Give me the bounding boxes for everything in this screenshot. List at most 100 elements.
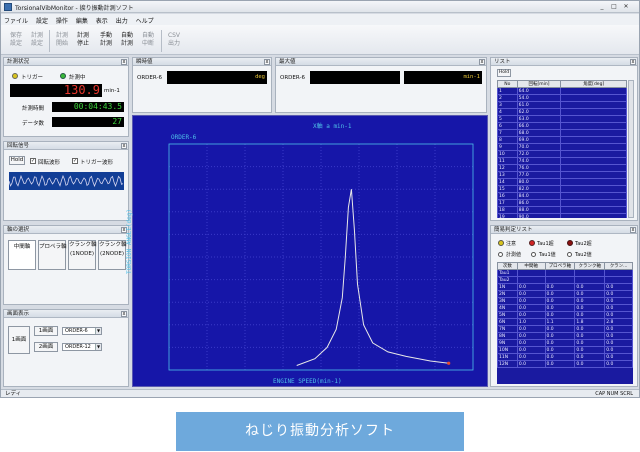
signal-hold-button[interactable]: Hold xyxy=(9,156,25,165)
chevron-down-icon: ▼ xyxy=(95,328,101,334)
list-hold-button[interactable]: Hold xyxy=(497,69,511,77)
trigger-wave-checkbox[interactable]: ✓ xyxy=(72,158,78,164)
judge-row[interactable]: Tau1 xyxy=(497,269,633,277)
screen-b-button[interactable]: 2画面 xyxy=(34,342,58,352)
panel-close-icon[interactable]: x xyxy=(121,59,127,65)
panel-close-icon[interactable]: x xyxy=(264,59,270,65)
toolbar-csv-button[interactable]: CSV 出力 xyxy=(165,32,183,50)
table-header-cell[interactable]: 中間軸 xyxy=(516,262,546,270)
table-cell: 77.0 xyxy=(516,171,562,179)
list-row[interactable]: 9 70.0 xyxy=(497,143,627,151)
panel-close-icon[interactable]: x xyxy=(630,227,636,233)
list-row[interactable]: 6 66.0 xyxy=(497,122,627,130)
table-cell xyxy=(560,150,627,158)
judge-row[interactable]: 5N 0.0 0.0 0.0 0.0 xyxy=(497,311,633,319)
list-row[interactable]: 18 88.0 xyxy=(497,206,627,214)
judge-row[interactable]: Tau2 xyxy=(497,276,633,284)
order-select-a[interactable]: ORDER-6 ▼ xyxy=(62,327,102,335)
toolbar-manual-button[interactable]: 手動 計測 xyxy=(97,32,115,50)
judge-row[interactable]: 4N 0.0 0.0 0.0 0.0 xyxy=(497,304,633,312)
table-cell: 76.0 xyxy=(516,164,562,172)
list-row[interactable]: 14 80.0 xyxy=(497,178,627,186)
toolbar-auto-button[interactable]: 自動 計測 xyxy=(118,32,136,50)
table-header-cell[interactable]: No xyxy=(497,80,518,88)
table-cell: 12N xyxy=(497,360,518,368)
table-cell xyxy=(516,276,546,284)
judge-row[interactable]: 2N 0.0 0.0 0.0 0.0 xyxy=(497,290,633,298)
instant-value-display: deg xyxy=(167,71,267,84)
judge-row[interactable]: 10N 0.0 0.0 0.0 0.0 xyxy=(497,346,633,354)
table-header-cell[interactable]: クランク軸 xyxy=(574,262,606,270)
single-screen-button[interactable]: 1画面 xyxy=(8,326,30,354)
judge-row[interactable]: 11N 0.0 0.0 0.0 0.0 xyxy=(497,353,633,361)
axis-propeller-button[interactable]: プロペラ軸 xyxy=(38,240,67,270)
judge-row[interactable]: 8N 0.0 0.0 0.0 0.0 xyxy=(497,332,633,340)
panel-close-icon[interactable]: x xyxy=(121,311,127,317)
toolbar-auto-stop-button[interactable]: 自動 中断 xyxy=(139,32,157,50)
radio-tau1[interactable] xyxy=(531,252,536,257)
list-row[interactable]: 12 76.0 xyxy=(497,164,627,172)
wave-checkbox[interactable]: ✓ xyxy=(30,158,36,164)
screen-a-button[interactable]: 1画面 xyxy=(34,326,58,336)
table-header-cell[interactable]: プロペラ軸 xyxy=(544,262,576,270)
panel-close-icon[interactable]: x xyxy=(630,59,636,65)
radio-tau2[interactable] xyxy=(567,252,572,257)
list-row[interactable]: 4 62.0 xyxy=(497,108,627,116)
list-row[interactable]: 15 82.0 xyxy=(497,185,627,193)
list-row[interactable]: 11 74.0 xyxy=(497,157,627,165)
judge-row[interactable]: 12N 0.0 0.0 0.0 0.0 xyxy=(497,360,633,368)
toolbar-start-button[interactable]: 計測 開始 xyxy=(53,32,71,50)
list-row[interactable]: 7 68.0 xyxy=(497,129,627,137)
toolbar-save-settings-button[interactable]: 保存 設定 xyxy=(7,32,25,50)
panel-close-icon[interactable]: x xyxy=(121,143,127,149)
minimize-button[interactable]: _ xyxy=(597,3,607,11)
axis-crank-1node-button[interactable]: クランク軸 (1NODE) xyxy=(68,240,97,270)
list-row[interactable]: 16 84.0 xyxy=(497,192,627,200)
table-cell: 2.8 xyxy=(604,318,633,326)
radio-measured[interactable] xyxy=(498,252,503,257)
close-button[interactable]: ✕ xyxy=(621,3,631,11)
axis-crank-2node-button[interactable]: クランク軸 (2NODE) xyxy=(98,240,127,270)
table-header-cell[interactable]: 回転[min] xyxy=(516,80,562,88)
table-cell: 0.0 xyxy=(574,339,606,347)
signal-waveform xyxy=(9,172,124,190)
measuring-indicator-icon xyxy=(60,73,66,79)
list-row[interactable]: 19 90.0 xyxy=(497,213,627,218)
order-select-b[interactable]: ORDER-12 ▼ xyxy=(62,343,102,351)
list-row[interactable]: 5 63.0 xyxy=(497,115,627,123)
list-row[interactable]: 3 61.0 xyxy=(497,101,627,109)
table-cell: 0.0 xyxy=(604,311,633,319)
table-cell: 0.0 xyxy=(574,304,606,312)
table-cell: 14 xyxy=(497,178,518,186)
table-cell: 0.0 xyxy=(516,304,546,312)
table-header-cell[interactable]: 角度[deg] xyxy=(560,80,627,88)
toolbar-measure-settings-button[interactable]: 計測 設定 xyxy=(28,32,46,50)
toolbar-stop-button[interactable]: 計測 停止 xyxy=(74,32,92,50)
table-cell: 8N xyxy=(497,332,518,340)
judge-row[interactable]: 9N 0.0 0.0 0.0 0.0 xyxy=(497,339,633,347)
table-header-cell[interactable]: クラン... xyxy=(604,262,633,270)
list-row[interactable]: 1 64.0 xyxy=(497,87,627,95)
maximize-button[interactable]: □ xyxy=(609,3,619,11)
table-cell: 0.0 xyxy=(604,325,633,333)
table-cell: 0.0 xyxy=(516,283,546,291)
table-cell: 0.0 xyxy=(516,332,546,340)
table-cell: 82.0 xyxy=(516,185,562,193)
table-cell: 0.0 xyxy=(544,346,576,354)
judge-row[interactable]: 1N 0.0 0.0 0.0 0.0 xyxy=(497,283,633,291)
judge-row[interactable]: 3N 0.0 0.0 0.0 0.0 xyxy=(497,297,633,305)
list-row[interactable]: 8 69.0 xyxy=(497,136,627,144)
table-cell: 15 xyxy=(497,185,518,193)
list-scrollbar[interactable] xyxy=(628,80,634,218)
list-row[interactable]: 2 54.0 xyxy=(497,94,627,102)
list-row[interactable]: 13 77.0 xyxy=(497,171,627,179)
judge-row[interactable]: 6N 1.0 1.1 1.8 2.8 xyxy=(497,318,633,326)
axis-intermediate-button[interactable]: 中間軸 xyxy=(8,240,36,270)
signal-wave-line xyxy=(9,174,124,188)
panel-close-icon[interactable]: x xyxy=(479,59,485,65)
list-row[interactable]: 17 86.0 xyxy=(497,199,627,207)
list-row[interactable]: 10 72.0 xyxy=(497,150,627,158)
judge-row[interactable]: 7N 0.0 0.0 0.0 0.0 xyxy=(497,325,633,333)
table-cell xyxy=(544,269,576,277)
table-header-cell[interactable]: 次数 xyxy=(497,262,518,270)
